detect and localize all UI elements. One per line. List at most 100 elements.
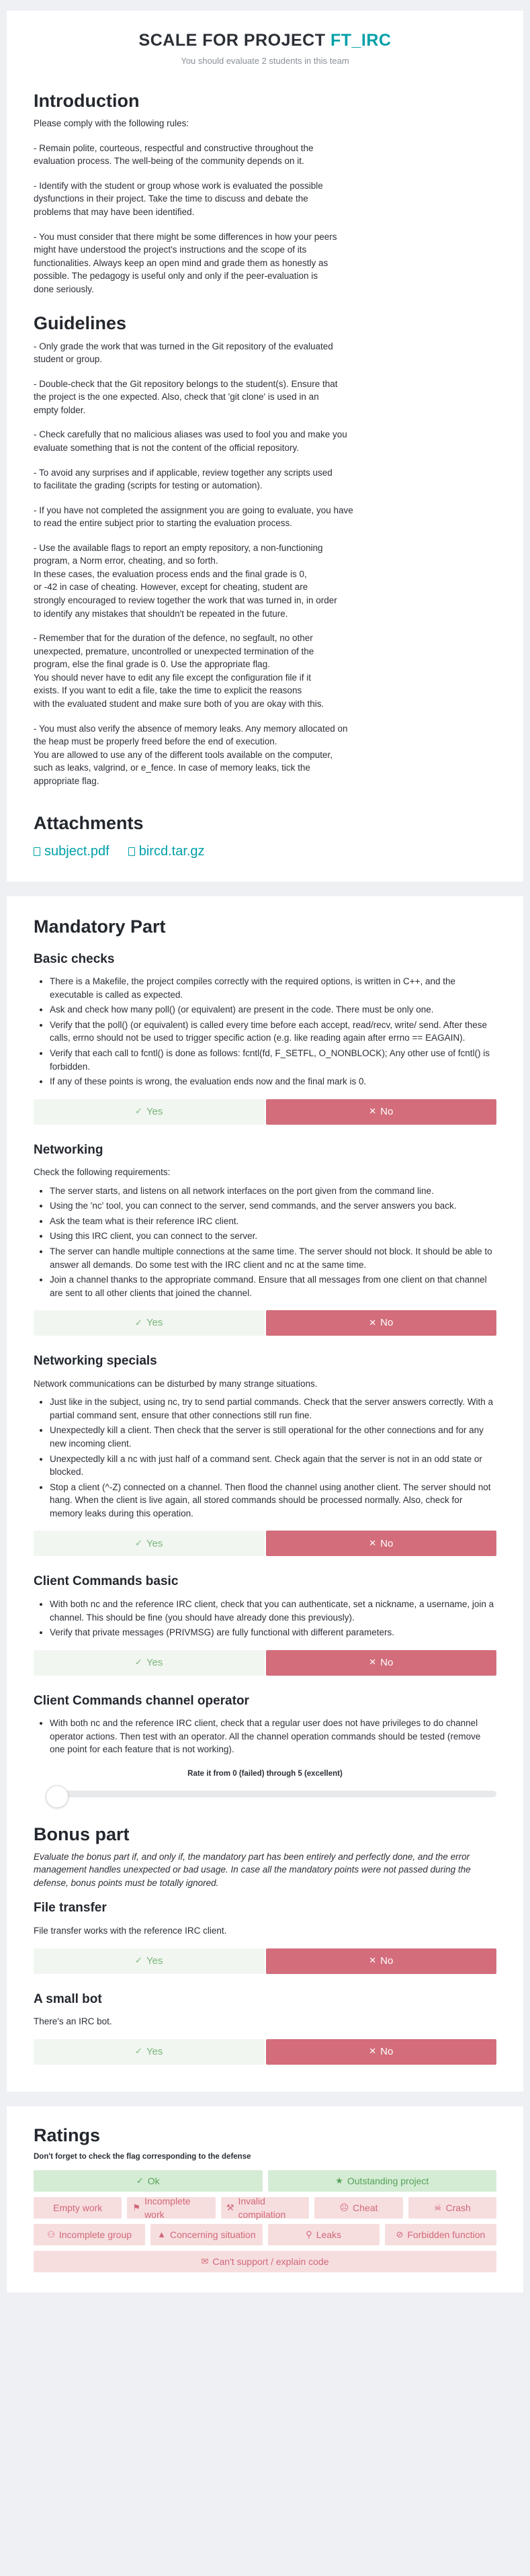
section-intro: Network communications can be disturbed …: [34, 1378, 318, 1389]
checklist: With both nc and the reference IRC clien…: [50, 1598, 496, 1639]
flag-invalid-compilation-button[interactable]: ⚒ Invalid compilation: [220, 2196, 310, 2220]
page-title: SCALE FOR PROJECT FT_IRC: [34, 28, 496, 52]
guidelines-paragraph: - You must also verify the absence of me…: [34, 723, 348, 786]
no-label: No: [380, 2045, 394, 2057]
no-button[interactable]: ✕ No: [265, 1531, 496, 1557]
list-item: Join a channel thanks to the appropriate…: [50, 1273, 496, 1299]
no-button[interactable]: ✕ No: [265, 1099, 496, 1125]
no-button[interactable]: ✕ No: [265, 1649, 496, 1676]
list-item: Ask and check how many poll() (or equiva…: [50, 1003, 496, 1017]
star-icon: ★: [335, 2176, 343, 2186]
section-title: File transfer: [34, 1901, 107, 1916]
flag-label: Empty work: [53, 2202, 103, 2214]
list-item: Verify that each call to fcntl() is done…: [50, 1047, 496, 1073]
yes-label: Yes: [146, 1537, 163, 1549]
flag-label: Cheat: [353, 2202, 378, 2214]
flag-label: Outstanding project: [347, 2176, 429, 2187]
introduction-heading: Introduction: [34, 91, 140, 112]
yes-button[interactable]: ✓ Yes: [34, 1099, 265, 1125]
flag-label: Can't support / explain code: [212, 2256, 329, 2268]
guidelines-paragraph: - To avoid any surprises and if applicab…: [34, 467, 333, 491]
section-title: Networking: [34, 1142, 103, 1157]
list-item: There is a Makefile, the project compile…: [50, 975, 496, 1001]
warning-icon: ▲: [157, 2229, 166, 2239]
introduction-paragraph: - Remain polite, courteous, respectful a…: [34, 142, 314, 167]
section-title: Basic checks: [34, 951, 115, 966]
no-button[interactable]: ✕ No: [265, 1948, 496, 1974]
attachments-list: subject.pdf bircd.tar.gz: [34, 842, 496, 861]
flag-incomplete-work-button[interactable]: ⚑ Incomplete work: [127, 2196, 216, 2221]
flag-empty-work-button[interactable]: Empty work: [34, 2197, 122, 2219]
rating-slider[interactable]: [34, 1785, 496, 1808]
page-header: SCALE FOR PROJECT FT_IRC You should eval…: [34, 28, 496, 68]
page-subtitle: You should evaluate 2 students in this t…: [181, 56, 349, 67]
yes-no-group: ✓ Yes ✕ No: [34, 1531, 496, 1557]
instructions-card: SCALE FOR PROJECT FT_IRC You should eval…: [7, 11, 523, 882]
slider-thumb[interactable]: [46, 1785, 69, 1808]
section-text: There's an IRC bot.: [34, 2016, 112, 2027]
section-title: A small bot: [34, 1991, 102, 2006]
yes-no-group: ✓ Yes ✕ No: [34, 1099, 496, 1125]
guidelines-paragraph: - Use the available flags to report an e…: [34, 542, 337, 619]
list-item: The server can handle multiple connectio…: [50, 1245, 496, 1271]
list-item: The server starts, and listens on all ne…: [50, 1185, 496, 1198]
crash-icon: ☠: [433, 2202, 442, 2213]
no-label: No: [380, 1656, 394, 1668]
ratings-note: Don't forget to check the flag correspon…: [34, 2152, 251, 2161]
no-button[interactable]: ✕ No: [265, 2038, 496, 2065]
flag-forbidden-function-button[interactable]: ⊘ Forbidden function: [384, 2224, 496, 2246]
flag-ok-button[interactable]: ✓ Ok: [34, 2170, 263, 2192]
flag-label: Ok: [147, 2176, 160, 2187]
attachment-link-bircd[interactable]: bircd.tar.gz: [128, 842, 205, 861]
no-label: No: [380, 1317, 394, 1329]
close-icon: ✕: [369, 1657, 377, 1668]
flag-row: ✉ Can't support / explain code: [34, 2251, 496, 2273]
yes-no-group: ✓ Yes ✕ No: [34, 1649, 496, 1676]
close-icon: ✕: [369, 1106, 377, 1117]
no-button[interactable]: ✕ No: [265, 1310, 496, 1336]
introduction-paragraph: - You must consider that there might be …: [34, 231, 337, 294]
bonus-heading: Bonus part: [34, 1823, 130, 1844]
check-icon: ✓: [136, 2176, 144, 2186]
section-title: Client Commands basic: [34, 1574, 179, 1589]
title-prefix: SCALE FOR PROJECT: [138, 31, 330, 50]
flag-list: ✓ Ok ★ Outstanding project Empty work ⚑ Inc…: [34, 2170, 497, 2273]
yes-button[interactable]: ✓ Yes: [34, 1310, 265, 1336]
flag-label: Forbidden function: [407, 2229, 486, 2241]
mandatory-heading: Mandatory Part: [34, 916, 166, 937]
yes-button[interactable]: ✓ Yes: [34, 2038, 265, 2065]
yes-no-group: ✓ Yes ✕ No: [34, 2038, 496, 2065]
check-icon: ✓: [135, 1657, 142, 1668]
flag-leaks-button[interactable]: ⚲ Leaks: [267, 2224, 380, 2246]
flag-crash-button[interactable]: ☠ Crash: [408, 2197, 497, 2219]
file-icon: [34, 847, 40, 857]
list-item: Stop a client (^-Z) connected on a chann…: [50, 1481, 496, 1520]
attachment-link-subject[interactable]: subject.pdf: [34, 842, 109, 861]
section-intro: Check the following requirements:: [34, 1167, 171, 1178]
attachment-filename: subject.pdf: [44, 844, 109, 859]
flag-cheat-button[interactable]: ☹ Cheat: [314, 2197, 403, 2219]
flag-label: Crash: [445, 2202, 471, 2214]
flag-cant-explain-button[interactable]: ✉ Can't support / explain code: [34, 2251, 496, 2273]
yes-button[interactable]: ✓ Yes: [34, 1948, 265, 1974]
wrench-icon: ⚒: [226, 2202, 234, 2213]
group-icon: ⚇: [47, 2229, 55, 2239]
flag-concerning-situation-button[interactable]: ▲ Concerning situation: [150, 2224, 263, 2246]
list-item: Just like in the subject, using nc, try …: [50, 1396, 496, 1422]
flag-outstanding-button[interactable]: ★ Outstanding project: [267, 2170, 496, 2192]
yes-button[interactable]: ✓ Yes: [34, 1649, 265, 1676]
yes-button[interactable]: ✓ Yes: [34, 1531, 265, 1557]
no-label: No: [380, 1955, 394, 1967]
close-icon: ✕: [369, 2046, 377, 2057]
flag-row: ✓ Ok ★ Outstanding project: [34, 2170, 496, 2192]
list-item: Using this IRC client, you can connect t…: [50, 1230, 496, 1243]
flag-label: Incomplete work: [144, 2196, 191, 2221]
page: SCALE FOR PROJECT FT_IRC You should eval…: [0, 0, 530, 2323]
list-item: If any of these points is wrong, the eva…: [50, 1075, 496, 1088]
guidelines-paragraph: - Check carefully that no malicious alia…: [34, 429, 347, 453]
checklist: Just like in the subject, using nc, try …: [50, 1396, 496, 1520]
flag-incomplete-group-button[interactable]: ⚇ Incomplete group: [34, 2224, 146, 2246]
introduction-paragraph: - Identify with the student or group who…: [34, 180, 323, 218]
guidelines-paragraph: - Double-check that the Git repository b…: [34, 378, 338, 415]
flag-label: Leaks: [316, 2229, 342, 2241]
